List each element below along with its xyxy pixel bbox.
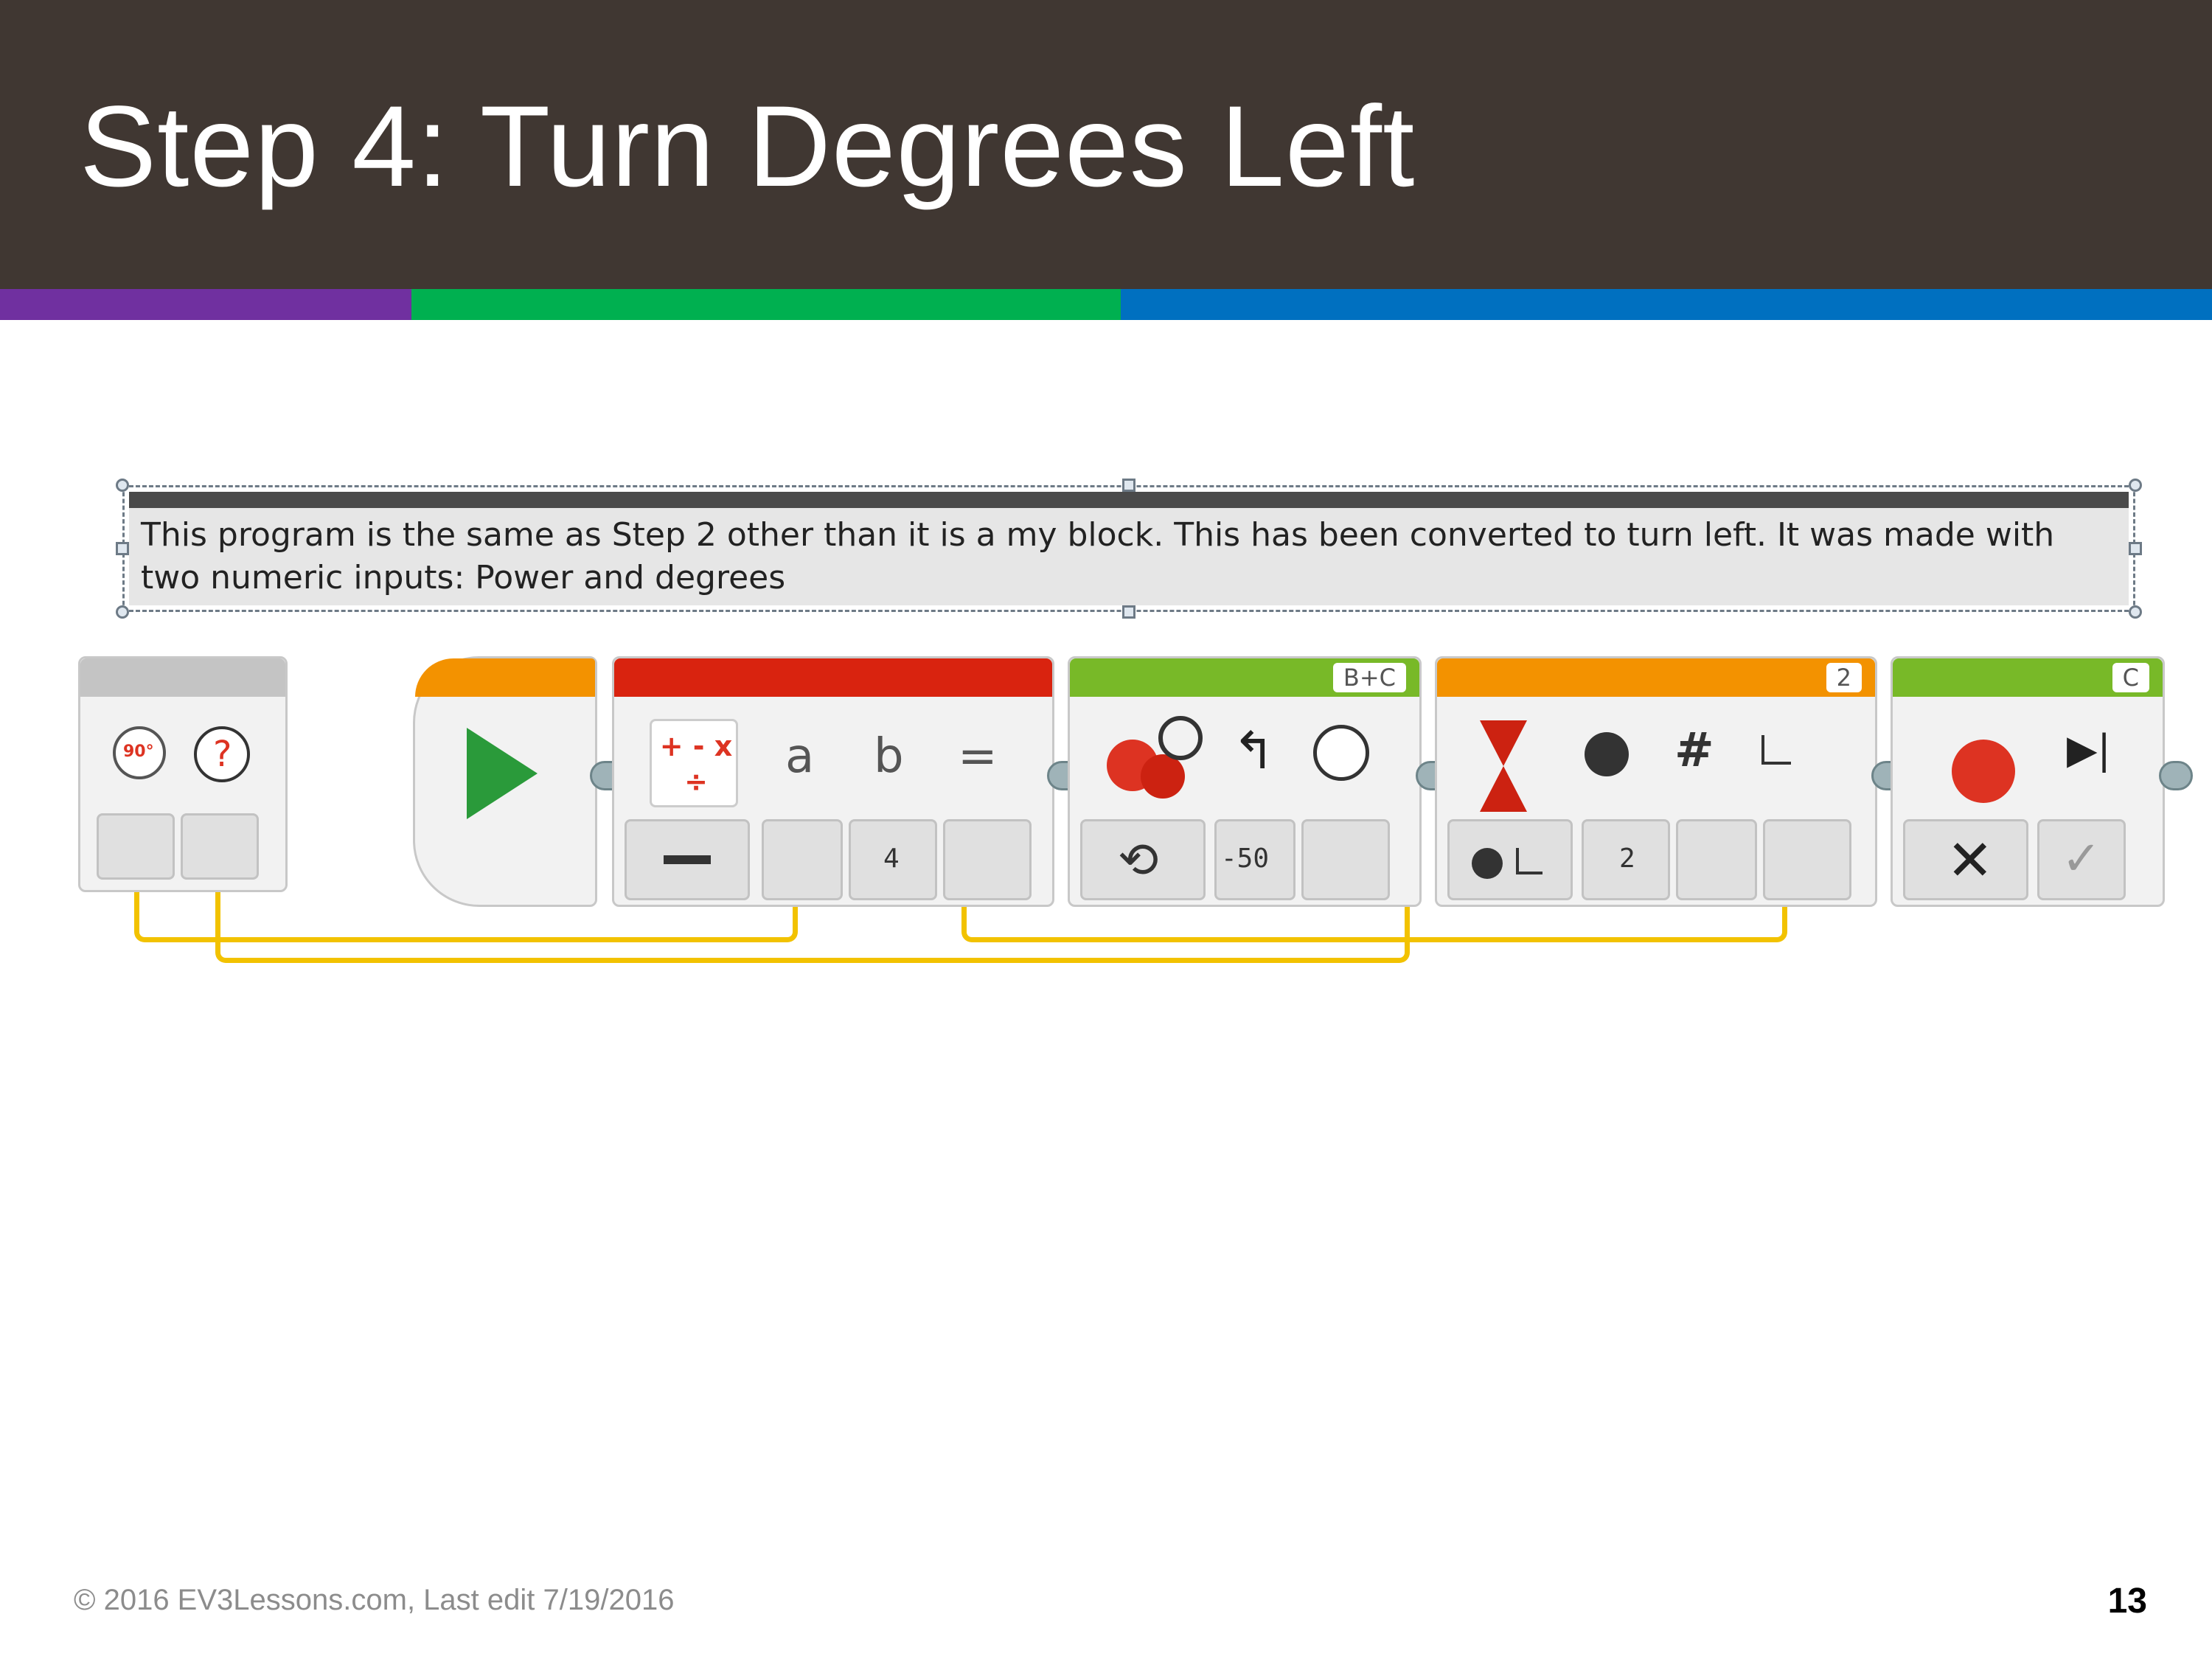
slide-title: Step 4: Turn Degrees Left	[80, 83, 1416, 211]
play-icon[interactable]	[467, 728, 538, 819]
math-result-slot[interactable]	[943, 819, 1032, 900]
power-gauge-icon	[1313, 725, 1369, 781]
graph-icon	[1516, 848, 1543, 874]
resize-handle-left[interactable]	[116, 542, 129, 555]
steering-mode-selector[interactable]: ⟲	[1080, 819, 1206, 900]
motor-rotation-icon	[1585, 732, 1629, 776]
math-symbols-icon[interactable]: + - x ÷	[650, 719, 738, 807]
degrees-input-icon[interactable]: 90°	[113, 726, 166, 779]
comment-title-bar[interactable]	[129, 492, 2129, 508]
resize-handle-top-left[interactable]	[116, 479, 129, 492]
math-block[interactable]: + - x ÷ a b = 4	[612, 656, 1054, 907]
stripe-blue	[1121, 289, 2212, 320]
wait-port-slot[interactable]: 2	[1582, 819, 1670, 900]
math-input-b-slot[interactable]: 4	[849, 819, 937, 900]
power-input-slot[interactable]	[1301, 819, 1390, 900]
degrees-output-slot[interactable]	[97, 813, 175, 880]
resize-handle-bottom[interactable]	[1122, 605, 1135, 619]
large-motor-stop-block[interactable]: C ▶| ✕ ✓	[1891, 656, 2165, 907]
stripe-purple	[0, 289, 411, 320]
resize-handle-top-right[interactable]	[2129, 479, 2142, 492]
stop-mode-selector[interactable]: ✕	[1903, 819, 2028, 900]
power-output-slot[interactable]	[181, 813, 259, 880]
rotation-icon: ⟲	[1118, 832, 1159, 888]
stop-play-icon: ▶|	[2067, 726, 2111, 773]
resize-handle-bottom-right[interactable]	[2129, 605, 2142, 619]
port-selector[interactable]: C	[2112, 663, 2149, 692]
motor-rotation-icon	[1472, 848, 1503, 879]
hourglass-icon	[1480, 720, 1527, 766]
resize-handle-bottom-left[interactable]	[116, 605, 129, 619]
start-block[interactable]	[413, 656, 597, 907]
resize-handle-top[interactable]	[1122, 479, 1135, 492]
power-input-icon[interactable]: ?	[194, 726, 250, 782]
port-selector[interactable]: 2	[1826, 663, 1862, 692]
motor-icon	[1952, 740, 2015, 803]
motor-icon	[1141, 754, 1185, 799]
steering-value-slot[interactable]: -50	[1214, 819, 1295, 900]
comment-box[interactable]: This program is the same as Step 2 other…	[122, 485, 2135, 612]
math-result-label: =	[958, 729, 998, 784]
number-sign-icon: #	[1674, 723, 1714, 778]
motor-degrees-block[interactable]: 2 # 2	[1435, 656, 1877, 907]
check-icon: ✓	[2062, 832, 2101, 886]
math-mode-selector[interactable]	[625, 819, 750, 900]
hourglass-icon-bottom	[1480, 766, 1527, 812]
stripe-green	[411, 289, 1121, 320]
footer-copyright: © 2016 EV3Lessons.com, Last edit 7/19/20…	[74, 1584, 675, 1616]
minus-icon	[664, 855, 711, 864]
steering-wheel-icon	[1158, 716, 1203, 760]
wait-mode-selector[interactable]	[1447, 819, 1573, 900]
wait-degrees-input-slot[interactable]	[1676, 819, 1757, 900]
math-input-a-slot[interactable]	[762, 819, 843, 900]
graph-icon	[1761, 735, 1791, 765]
turn-left-arrow-icon: ↰	[1232, 720, 1276, 781]
move-steering-block[interactable]: B+C ↰ ⟲ -50	[1068, 656, 1422, 907]
port-selector[interactable]: B+C	[1332, 663, 1406, 692]
myblock-input-block[interactable]: 90° ?	[78, 656, 288, 892]
brake-at-end-slot[interactable]: ✓	[2037, 819, 2126, 900]
program-canvas: 90° ? + - x ÷ a b = 4 B+C ↰ ⟲ -50 2 # 2 …	[74, 649, 2197, 988]
x-icon: ✕	[1947, 827, 1994, 893]
slide-header: Step 4: Turn Degrees Left	[0, 0, 2212, 289]
math-input-b-label: b	[874, 729, 904, 784]
wait-output-slot[interactable]	[1763, 819, 1851, 900]
page-number: 13	[2107, 1582, 2147, 1621]
sequence-connector[interactable]	[2159, 761, 2193, 790]
comment-text[interactable]: This program is the same as Step 2 other…	[141, 514, 2117, 599]
resize-handle-right[interactable]	[2129, 542, 2142, 555]
math-input-a-label: a	[785, 729, 815, 784]
